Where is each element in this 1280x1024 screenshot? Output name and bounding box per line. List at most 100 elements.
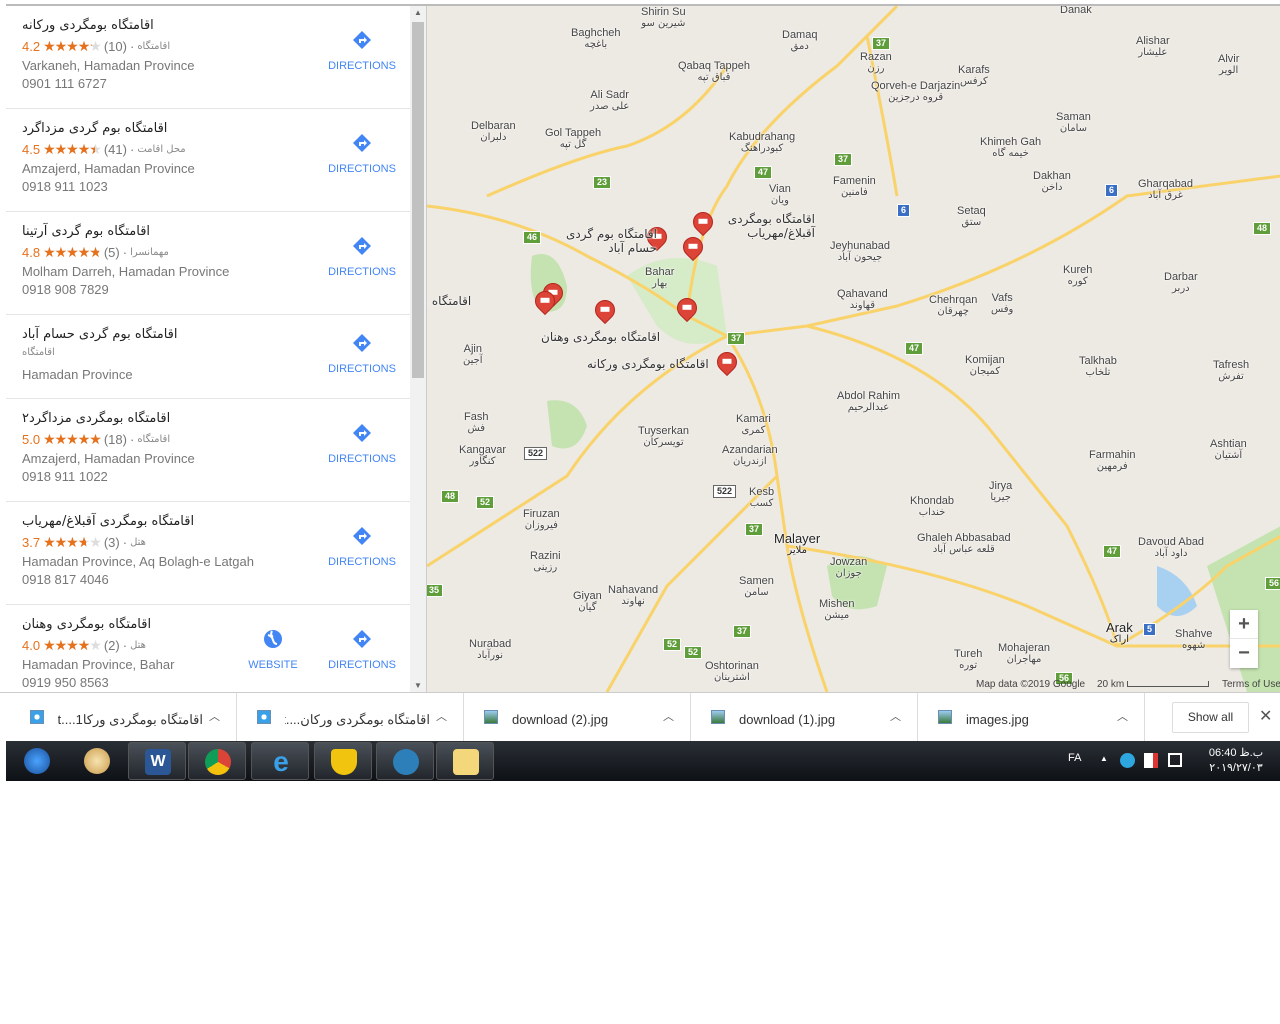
map-place-label[interactable]: Kesb کسب	[749, 486, 774, 510]
download-options-chevron-icon[interactable]: ︿	[436, 708, 447, 724]
marker-label[interactable]: اقامتگاه بومگردی ورکانه	[587, 357, 709, 371]
zoom-out-button[interactable]: −	[1230, 639, 1258, 668]
map-place-label[interactable]: Khimeh Gah خیمه گاه	[980, 136, 1041, 160]
review-count[interactable]: (18)	[104, 432, 127, 447]
map-place-label[interactable]: Vafs وفس	[991, 292, 1013, 316]
close-downloads-bar-button[interactable]: ✕	[1259, 706, 1272, 726]
map-place-label[interactable]: Chehrqan چهرقان	[929, 294, 977, 318]
result-item[interactable]: اقامتگاه بوم گردی حسام آباد اقامتگاه Hamad…	[6, 315, 410, 399]
result-name[interactable]: اقامتگاه بوم گردی آرتینا	[22, 224, 150, 239]
map-place-label[interactable]: Jirya جیریا	[989, 480, 1012, 504]
download-filename[interactable]: اقامتگاه بومگردی ورکا1....ht...	[58, 712, 203, 728]
map-place-label[interactable]: Samen سامن	[739, 575, 774, 599]
scroll-down-arrow[interactable]: ▼	[414, 681, 422, 690]
map-place-label[interactable]: Davoud Abad داود آباد	[1138, 536, 1204, 560]
map-place-label[interactable]: Qorveh-e Darjazin قروه درجزین	[871, 80, 960, 104]
language-indicator[interactable]: FA	[1068, 752, 1081, 764]
map-place-label[interactable]: Alvir الویر	[1218, 53, 1239, 77]
map-place-label[interactable]: Razan رزن	[860, 51, 892, 75]
map-place-label[interactable]: Tuyserkan تویسرکان	[638, 425, 689, 449]
map-place-label[interactable]: Khondab خنداب	[910, 495, 954, 519]
map-place-label[interactable]: Alishar عليشار	[1136, 35, 1170, 59]
map-place-label[interactable]: Gol Tappeh گل تپه	[545, 127, 601, 151]
map-place-label[interactable]: Karafs کرفس	[958, 64, 990, 88]
map-place-label[interactable]: Abdol Rahim عبدالرحیم	[837, 390, 900, 414]
result-item[interactable]: اقامتگاه بوم گردی مزداگرد 4.5★★★★★★★★★★(4…	[6, 109, 410, 212]
review-count[interactable]: (41)	[104, 142, 127, 157]
map-place-label[interactable]: Talkhab تلخاب	[1079, 355, 1117, 379]
result-name[interactable]: اقامتگاه بومگردی ورکانه	[22, 18, 154, 33]
download-options-chevron-icon[interactable]: ︿	[890, 708, 901, 724]
map-place-label[interactable]: Kureh کوره	[1063, 264, 1092, 288]
result-name[interactable]: اقامتگاه بومگردی مزداگرد۲	[22, 411, 170, 426]
map-place-label[interactable]: Qahavand قهاوند	[837, 288, 888, 312]
map-place-label[interactable]: Ajin آجین	[463, 343, 483, 367]
review-count[interactable]: (3)	[104, 535, 120, 550]
results-scrollbar[interactable]: ▲ ▼	[410, 6, 426, 692]
download-item[interactable]: اقامتگاه بومگردی ورکان....ht... ︿	[237, 693, 464, 742]
download-filename[interactable]: اقامتگاه بومگردی ورکان....ht...	[285, 712, 430, 728]
terms-link[interactable]: Terms of Use	[1222, 679, 1280, 690]
map-place-label[interactable]: Gharqabad غرق آباد	[1138, 178, 1193, 202]
taskbar-paint[interactable]	[68, 742, 126, 780]
map-place-label[interactable]: Farmahin فرمهین	[1089, 449, 1135, 473]
map-place-label[interactable]: Bahar بهار	[645, 266, 674, 290]
results-list[interactable]: اقامتگاه بومگردی ورکانه4.2★★★★★★★★★★(10)…	[6, 6, 410, 692]
scroll-up-arrow[interactable]: ▲	[414, 8, 422, 17]
review-count[interactable]: (2)	[104, 638, 120, 653]
map-place-label[interactable]: Shirin Su شیرین سو	[641, 6, 686, 30]
map-place-label[interactable]: Mohajeran مهاجران	[998, 642, 1050, 666]
map-place-label[interactable]: Kamari کمری	[736, 413, 771, 437]
action-center-flag-icon[interactable]	[1144, 753, 1158, 768]
directions-button[interactable]: DIRECTIONS	[322, 133, 402, 175]
map-place-label[interactable]: Tafresh تفرش	[1213, 359, 1249, 383]
directions-button[interactable]: DIRECTIONS	[322, 526, 402, 568]
directions-button[interactable]: DIRECTIONS	[322, 629, 402, 671]
marker-label[interactable]: اقامتگاه بومگردی ترا	[427, 294, 471, 308]
taskbar-internet-explorer[interactable]: e	[251, 742, 309, 780]
download-options-chevron-icon[interactable]: ︿	[663, 708, 674, 724]
clock[interactable]: 06:40 ب.ظ ۲۰۱۹/۲۷/۰۳	[1196, 746, 1276, 776]
map-place-label[interactable]: Mishen میشن	[819, 598, 854, 622]
result-name[interactable]: اقامتگاه بوم گردی مزداگرد	[22, 121, 167, 136]
map-place-label[interactable]: Firuzan فیروزان	[523, 508, 560, 532]
map-place-label[interactable]: Nahavand نهاوند	[608, 584, 658, 608]
map-place-label[interactable]: Damaq دمق	[782, 29, 817, 53]
download-item[interactable]: images.jpg ︿	[918, 693, 1145, 742]
marker-label[interactable]: اقامتگاه بوم گردی حسام آباد	[557, 227, 657, 255]
map-place-label[interactable]: Setaq ستق	[957, 205, 986, 229]
map-place-label[interactable]: Fash فش	[464, 411, 488, 435]
show-all-button[interactable]: Show all	[1172, 702, 1249, 733]
map-place-label[interactable]: Baghcheh باغچه	[571, 27, 621, 51]
map-place-label[interactable]: Vian ویان	[769, 183, 791, 207]
map-place-label[interactable]: Danak	[1060, 6, 1092, 16]
map-place-label[interactable]: Giyan گیان	[573, 590, 602, 614]
directions-button[interactable]: DIRECTIONS	[322, 423, 402, 465]
directions-button[interactable]: DIRECTIONS	[322, 236, 402, 278]
map-place-label[interactable]: Razini رزینی	[530, 550, 561, 574]
map-place-label[interactable]: Kangavar کنگاور	[459, 444, 506, 468]
download-options-chevron-icon[interactable]: ︿	[209, 708, 220, 724]
marker-label[interactable]: اقامتگاه بومگردی آقبلاغ/مهریاب	[715, 212, 815, 240]
network-icon[interactable]	[1168, 753, 1182, 767]
result-name[interactable]: اقامتگاه بومگردی وهنان	[22, 617, 151, 632]
review-count[interactable]: (5)	[104, 245, 120, 260]
download-item[interactable]: اقامتگاه بومگردی ورکا1....ht... ︿	[10, 693, 237, 742]
download-item[interactable]: download (1).jpg ︿	[691, 693, 918, 742]
map-place-label[interactable]: Shahve شهوه	[1175, 628, 1212, 652]
taskbar-chrome[interactable]	[188, 742, 246, 780]
result-name[interactable]: اقامتگاه بوم گردی حسام آباد	[22, 327, 178, 342]
show-hidden-icons-button[interactable]: ▲	[1100, 754, 1108, 763]
map-place-label[interactable]: Ashtian آشتیان	[1210, 438, 1247, 462]
scale-label[interactable]: 20 km	[1097, 679, 1124, 690]
map-view[interactable]: Shirin Su شیرین سو Baghcheh باغچه Damaq دمق Ra…	[426, 6, 1280, 692]
map-place-label[interactable]: Ghaleh Abbasabad قلعه عباس آباد	[917, 532, 1011, 556]
map-place-label[interactable]: Malayer ملایر	[774, 532, 820, 557]
review-count[interactable]: (10)	[104, 39, 127, 54]
directions-button[interactable]: DIRECTIONS	[322, 30, 402, 72]
map-place-label[interactable]: Kabudrahang کبودراهنگ	[729, 131, 795, 155]
map-place-label[interactable]: Komijan کمیجان	[965, 354, 1005, 378]
website-button[interactable]: WEBSITE	[233, 629, 313, 671]
map-place-label[interactable]: Nurabad نورآباد	[469, 638, 511, 662]
map-place-label[interactable]: Darbar دربر	[1164, 271, 1198, 295]
